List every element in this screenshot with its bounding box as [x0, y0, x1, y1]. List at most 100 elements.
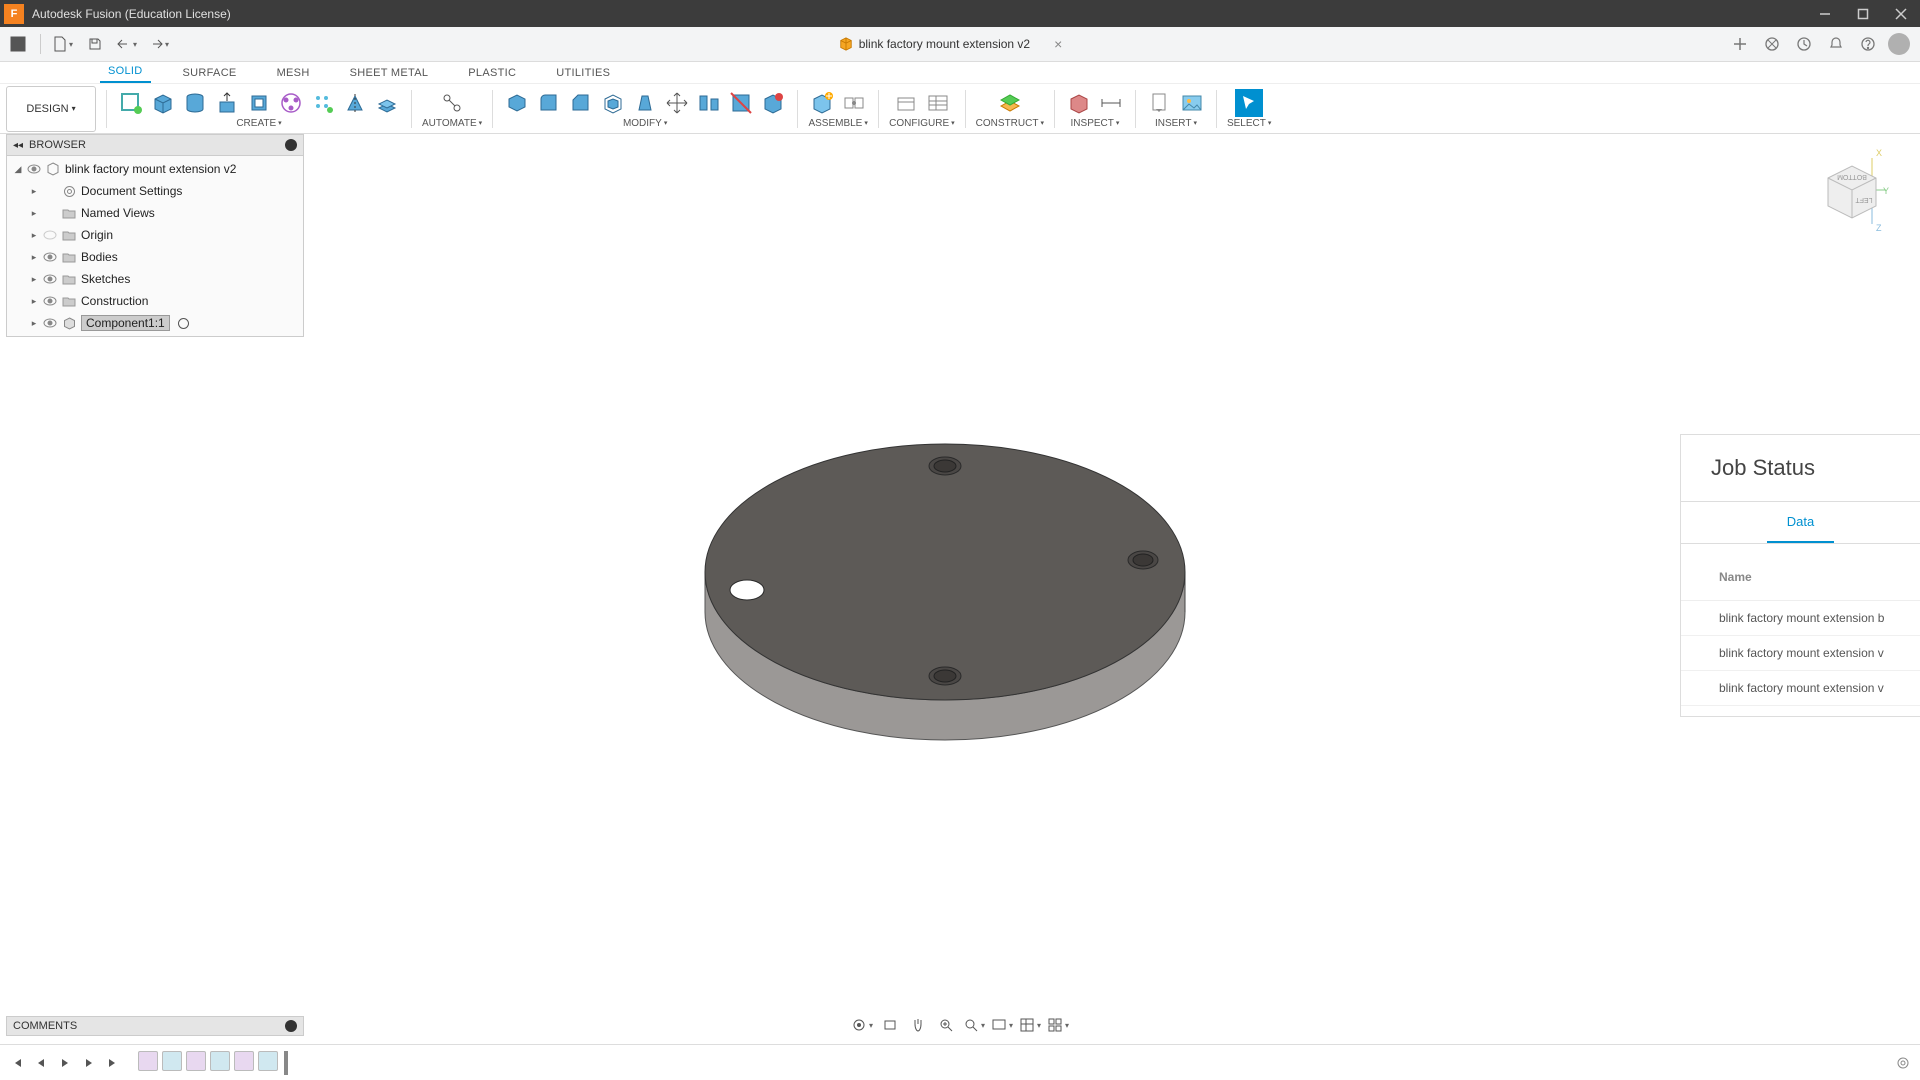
comments-bar[interactable]: COMMENTS [6, 1016, 304, 1036]
component-cube-icon [45, 162, 61, 176]
mirror-icon[interactable] [341, 89, 369, 117]
move-icon[interactable] [663, 89, 691, 117]
configure-icon[interactable] [892, 89, 920, 117]
timeline-play-button[interactable] [56, 1054, 74, 1072]
tab-utilities[interactable]: UTILITIES [548, 63, 618, 83]
insert-decal-icon[interactable] [1178, 89, 1206, 117]
shell-icon[interactable] [599, 89, 627, 117]
timeline-next-button[interactable] [80, 1054, 98, 1072]
tree-item-construction[interactable]: ▸Construction [7, 290, 303, 312]
thicken-icon[interactable] [373, 89, 401, 117]
tab-surface[interactable]: SURFACE [175, 63, 245, 83]
construct-icon[interactable] [996, 89, 1024, 117]
collapse-browser-icon[interactable]: ◂◂ [13, 140, 23, 151]
activate-component-radio[interactable] [178, 318, 189, 329]
align-icon[interactable] [695, 89, 723, 117]
navigation-bar [849, 1012, 1071, 1036]
minimize-button[interactable] [1806, 0, 1844, 27]
clock-icon[interactable] [1792, 32, 1816, 56]
viewport-layout-button[interactable] [1047, 1014, 1069, 1036]
tab-plastic[interactable]: PLASTIC [460, 63, 524, 83]
extensions-icon[interactable] [1760, 32, 1784, 56]
tree-item-sketches[interactable]: ▸Sketches [7, 268, 303, 290]
comments-options-icon[interactable] [285, 1020, 297, 1032]
timeline-marker[interactable] [284, 1051, 288, 1075]
automate-icon[interactable] [438, 89, 466, 117]
delete-icon[interactable] [727, 89, 755, 117]
browser-options-icon[interactable] [285, 139, 297, 151]
job-row[interactable]: blink factory mount extension v [1681, 636, 1920, 671]
view-cube[interactable]: X Y Z BOTTOM LEFT [1810, 146, 1890, 236]
press-pull-icon[interactable] [503, 89, 531, 117]
extrude-icon[interactable] [213, 89, 241, 117]
tree-root[interactable]: ◢ blink factory mount extension v2 [7, 158, 303, 180]
file-menu-button[interactable] [49, 30, 77, 58]
measure-icon[interactable] [1097, 89, 1125, 117]
cylinder-icon[interactable] [181, 89, 209, 117]
inspect-icon[interactable] [1065, 89, 1093, 117]
emboss-icon[interactable] [277, 89, 305, 117]
tree-item-component[interactable]: ▸Component1:1 [7, 312, 303, 334]
physical-material-icon[interactable] [759, 89, 787, 117]
new-tab-button[interactable] [1728, 32, 1752, 56]
display-settings-button[interactable] [991, 1014, 1013, 1036]
close-tab-icon[interactable]: × [1054, 36, 1062, 52]
tree-root-label: blink factory mount extension v2 [65, 162, 236, 176]
tree-item-document-settings[interactable]: ▸Document Settings [7, 180, 303, 202]
configure-table-icon[interactable] [924, 89, 952, 117]
pan-button[interactable] [907, 1014, 929, 1036]
tree-item-origin[interactable]: ▸Origin [7, 224, 303, 246]
hole-icon[interactable] [309, 89, 337, 117]
tab-solid[interactable]: SOLID [100, 61, 151, 83]
new-component-icon[interactable] [808, 89, 836, 117]
group-select: SELECT▾ [1221, 84, 1277, 133]
axis-y-label: Y [1883, 186, 1889, 196]
redo-button[interactable] [145, 30, 173, 58]
timeline-feature[interactable] [210, 1051, 230, 1071]
app-logo-icon: F [4, 4, 24, 24]
job-row[interactable]: blink factory mount extension b [1681, 601, 1920, 636]
folder-icon [61, 294, 77, 308]
timeline-feature[interactable] [138, 1051, 158, 1071]
box-icon[interactable] [149, 89, 177, 117]
timeline-end-button[interactable] [104, 1054, 122, 1072]
tab-mesh[interactable]: MESH [269, 63, 318, 83]
tab-sheet-metal[interactable]: SHEET METAL [342, 63, 437, 83]
tree-item-bodies[interactable]: ▸Bodies [7, 246, 303, 268]
browser-header[interactable]: ◂◂ BROWSER [6, 134, 304, 156]
fit-button[interactable] [963, 1014, 985, 1036]
undo-button[interactable] [113, 30, 141, 58]
maximize-button[interactable] [1844, 0, 1882, 27]
grid-settings-button[interactable] [1019, 1014, 1041, 1036]
revolve-icon[interactable] [245, 89, 273, 117]
workspace-switcher[interactable]: DESIGN▾ [6, 86, 96, 132]
timeline-feature[interactable] [186, 1051, 206, 1071]
orbit-button[interactable] [851, 1014, 873, 1036]
save-button[interactable] [81, 30, 109, 58]
tree-item-named-views[interactable]: ▸Named Views [7, 202, 303, 224]
zoom-button[interactable] [935, 1014, 957, 1036]
timeline-settings-button[interactable] [1894, 1054, 1912, 1072]
user-avatar[interactable] [1888, 33, 1910, 55]
timeline-prev-button[interactable] [32, 1054, 50, 1072]
close-button[interactable] [1882, 0, 1920, 27]
draft-icon[interactable] [631, 89, 659, 117]
chamfer-icon[interactable] [567, 89, 595, 117]
timeline-feature[interactable] [162, 1051, 182, 1071]
document-tab[interactable]: blink factory mount extension v2 × [825, 27, 1077, 62]
joint-icon[interactable] [840, 89, 868, 117]
select-tool-icon[interactable] [1235, 89, 1263, 117]
timeline-feature[interactable] [258, 1051, 278, 1071]
look-at-button[interactable] [879, 1014, 901, 1036]
sketch-icon[interactable] [117, 89, 145, 117]
axis-z-label: Z [1876, 223, 1882, 233]
notifications-icon[interactable] [1824, 32, 1848, 56]
fillet-icon[interactable] [535, 89, 563, 117]
timeline-feature[interactable] [234, 1051, 254, 1071]
insert-derive-icon[interactable] [1146, 89, 1174, 117]
job-row[interactable]: blink factory mount extension v [1681, 671, 1920, 706]
app-grid-button[interactable] [4, 30, 32, 58]
timeline-start-button[interactable] [8, 1054, 26, 1072]
job-status-tab-data[interactable]: Data [1767, 502, 1834, 543]
help-icon[interactable] [1856, 32, 1880, 56]
